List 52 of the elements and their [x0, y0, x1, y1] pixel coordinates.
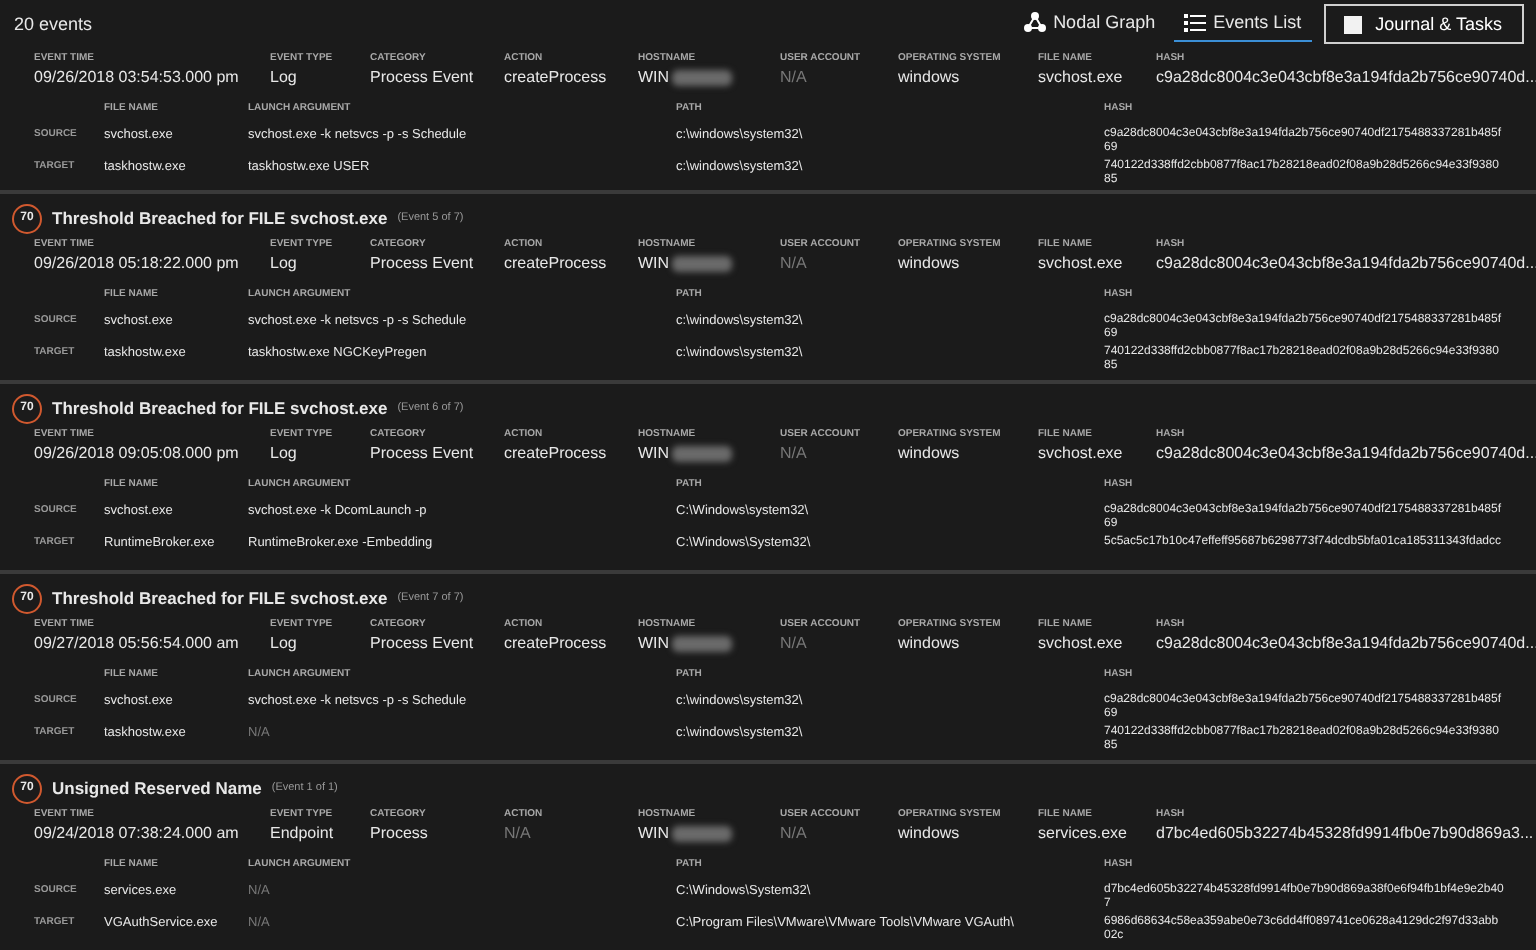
field-value: createProcess — [504, 66, 607, 88]
field-value: WIN — [638, 632, 670, 654]
field-value: createProcess — [504, 632, 607, 654]
field-value: Log — [270, 442, 297, 464]
field-value: Endpoint — [270, 822, 334, 844]
field-value: svchost.exe — [1038, 252, 1123, 274]
field-value: windows — [898, 442, 960, 464]
field-value: 09/24/2018 07:38:24.000 am — [34, 822, 239, 844]
field-value: services.exe — [1038, 822, 1127, 844]
field-value: WIN — [638, 442, 670, 464]
field-value: windows — [898, 66, 960, 88]
view-tab[interactable]: Events List — [1173, 6, 1312, 42]
field-value: windows — [898, 252, 960, 274]
field-value: N/A — [780, 822, 807, 844]
field-value: WIN — [638, 66, 670, 88]
list-icon — [1183, 13, 1206, 31]
event-title: Threshold Breached for FILE svchost.exe — [52, 588, 388, 608]
field-value: createProcess — [504, 442, 607, 464]
field-value: svchost.exe — [1038, 442, 1123, 464]
nodes-icon — [1023, 12, 1046, 32]
field-value: N/A — [780, 632, 807, 654]
field-value: Log — [270, 66, 297, 88]
event-title: Threshold Breached for FILE svchost.exe — [52, 208, 388, 228]
field-value: N/A — [780, 442, 807, 464]
event-title: Unsigned Reserved Name — [52, 778, 262, 798]
event-title: Threshold Breached for FILE svchost.exe — [52, 398, 388, 418]
field-value: 09/26/2018 05:18:22.000 pm — [34, 252, 239, 274]
field-value: N/A — [780, 252, 807, 274]
field-value: Process Event — [370, 442, 474, 464]
field-value: Process Event — [370, 252, 474, 274]
field-value: Process — [370, 822, 428, 844]
field-value: createProcess — [504, 252, 607, 274]
field-value: 09/26/2018 09:05:08.000 pm — [34, 442, 239, 464]
square-icon — [1343, 15, 1362, 33]
field-value: svchost.exe — [1038, 66, 1123, 88]
field-value: Log — [270, 632, 297, 654]
field-value: N/A — [780, 66, 807, 88]
field-value: 09/27/2018 05:56:54.000 am — [34, 632, 239, 654]
field-value: Process Event — [370, 66, 474, 88]
view-tab[interactable]: Nodal Graph — [1013, 6, 1166, 42]
field-value: Process Event — [370, 632, 474, 654]
field-value: d7bc4ed605b32274b45328fd9914fb0e7b90d869a3... — [1156, 822, 1534, 844]
field-value: svchost.exe — [1038, 632, 1123, 654]
field-value: windows — [898, 822, 960, 844]
field-value: WIN — [638, 252, 670, 274]
field-value: 09/26/2018 03:54:53.000 pm — [34, 66, 239, 88]
field-value: windows — [898, 632, 960, 654]
event-count: 20 events — [14, 14, 93, 34]
field-value: Log — [270, 252, 297, 274]
field-value: N/A — [504, 822, 531, 844]
journal-button[interactable]: Journal & Tasks — [1323, 4, 1524, 44]
field-value: WIN — [638, 822, 670, 844]
